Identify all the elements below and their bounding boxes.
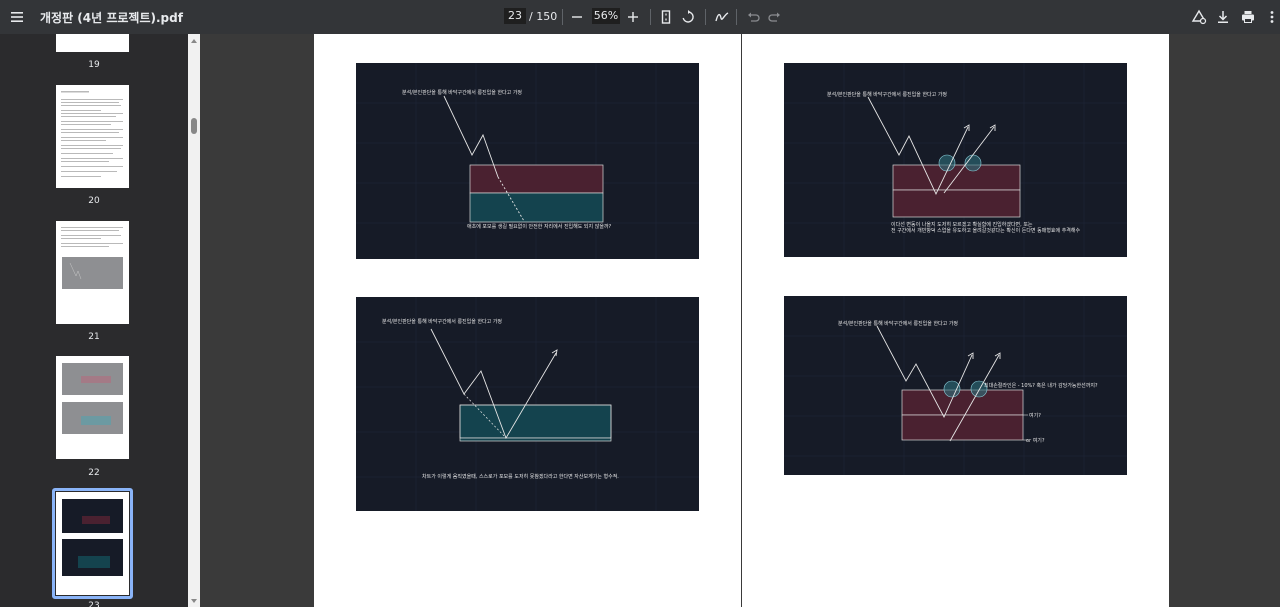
fit-page-icon[interactable] — [654, 5, 678, 29]
scrollbar-thumb[interactable] — [191, 118, 197, 134]
document-viewer[interactable]: 분석/본인판단을 통해 바닥구간에서 롱진입을 한다고 가정 애초에 포모를 생… — [200, 34, 1280, 607]
slide-label: 여기? — [1029, 413, 1041, 419]
redo-icon[interactable] — [763, 5, 787, 29]
thumbnail-label: 19 — [88, 60, 100, 70]
toolbar-divider — [736, 9, 737, 25]
thumbnail-sidebar: 19 20 21 22 23 — [0, 34, 188, 607]
slide-caption: 분석/본인판단을 통해 바닥구간에서 롱진입을 한다고 가정 — [402, 90, 523, 96]
thumbnail-page-selected[interactable] — [56, 492, 129, 595]
slide-caption: 분석/본인판단을 통해 바닥구간에서 롱진입을 한다고 가정 — [838, 321, 959, 327]
zoom-level-input[interactable]: 56% — [592, 8, 620, 24]
slide-label: or 여기? — [1026, 438, 1045, 444]
document-title: 개정판 (4년 프로젝트).pdf — [40, 11, 183, 25]
thumbnail-page[interactable] — [56, 85, 129, 188]
annotate-icon[interactable] — [710, 5, 734, 29]
menu-icon[interactable] — [5, 5, 29, 29]
rotate-icon[interactable] — [676, 5, 700, 29]
print-icon[interactable] — [1236, 5, 1260, 29]
toolbar-divider — [562, 9, 563, 25]
pdf-page-right: 분석/본인판단을 통해 바닥구간에서 롱진입을 한다고 가정 이다선 변동이 나… — [742, 34, 1169, 607]
thumbnail-page[interactable] — [56, 34, 129, 52]
zoom-out-icon[interactable] — [565, 5, 589, 29]
undo-icon[interactable] — [741, 5, 765, 29]
thumbnail-page[interactable] — [56, 221, 129, 324]
slide-bottom-text: 차트가 이렇게 움직였을때, 스스로가 포모를 도저히 못참겠다라고 한다면 자… — [422, 474, 619, 480]
thumbnail-label: 21 — [88, 332, 100, 342]
slide-1: 분석/본인판단을 통해 바닥구간에서 롱진입을 한다고 가정 애초에 포모를 생… — [356, 63, 699, 259]
slide-caption: 분석/본인판단을 통해 바닥구간에서 롱진입을 한다고 가정 — [827, 92, 948, 98]
toolbar-divider — [650, 9, 651, 25]
slide-caption: 분석/본인판단을 통해 바닥구간에서 롱진입을 한다고 가정 — [382, 319, 503, 325]
toolbar-divider — [705, 9, 706, 25]
thumbnail-label: 20 — [88, 196, 100, 206]
slide-note: 최대손절라인은 - 10%? 혹은 내가 감당가능한선까지? — [984, 383, 1098, 389]
thumbnail-page[interactable] — [56, 356, 129, 459]
toolbar: 개정판 (4년 프로젝트).pdf 23 / 150 56% — [0, 0, 1280, 34]
drive-icon[interactable] — [1187, 5, 1211, 29]
page-total: / 150 — [529, 10, 558, 23]
thumbnail-label: 23 — [88, 601, 100, 607]
more-icon[interactable] — [1260, 5, 1280, 29]
pdf-viewer: 개정판 (4년 프로젝트).pdf 23 / 150 56% 19 20 21 … — [0, 0, 1280, 607]
thumbnail-label: 22 — [88, 468, 100, 478]
slide-bottom-text: 애초에 포모를 생길 필요없이 안전한 자리에서 진입해도 되지 않을까? — [467, 224, 612, 230]
page-number-input[interactable]: 23 — [504, 8, 526, 24]
pdf-page-left: 분석/본인판단을 통해 바닥구간에서 롱진입을 한다고 가정 애초에 포모를 생… — [314, 34, 741, 607]
slide-2: 분석/본인판단을 통해 바닥구간에서 롱진입을 한다고 가정 차트가 이렇게 움… — [356, 297, 699, 511]
scroll-up-icon[interactable] — [190, 37, 198, 45]
scroll-down-icon[interactable] — [190, 597, 198, 605]
slide-bottom-text: 전 구간에서 개빈항덕 스업을 유도하고 올려갈것같다는 확신이 든다면 동매형… — [891, 228, 1081, 234]
slide-3: 분석/본인판단을 통해 바닥구간에서 롱진입을 한다고 가정 이다선 변동이 나… — [784, 63, 1127, 257]
slide-4: 분석/본인판단을 통해 바닥구간에서 롱진입을 한다고 가정 최대손절라인은 -… — [784, 296, 1127, 475]
download-icon[interactable] — [1211, 5, 1235, 29]
zoom-in-icon[interactable] — [621, 5, 645, 29]
